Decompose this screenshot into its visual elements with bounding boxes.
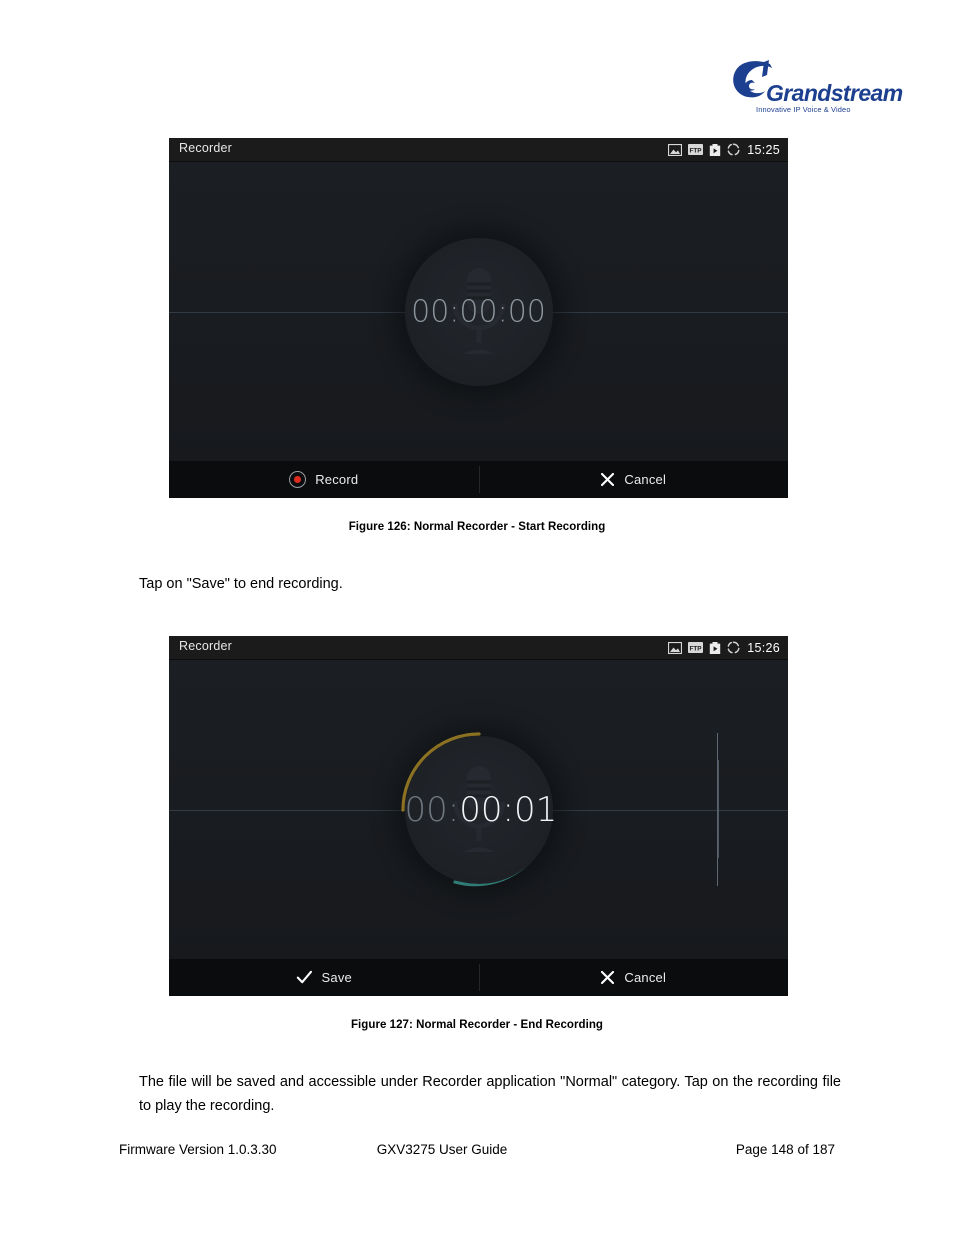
recorder-screenshot-end: Recorder FTP 15:26 00:00:01 Save Cancel (169, 636, 788, 996)
footer-firmware: Firmware Version 1.0.3.30 (119, 1142, 277, 1157)
status-bar: Recorder FTP 15:26 (169, 636, 788, 660)
recorder-action-bar: Save Cancel (169, 959, 788, 996)
figure-caption-126: Figure 126: Normal Recorder - Start Reco… (348, 521, 606, 533)
waveform-area[interactable]: 00:00:00 (169, 162, 788, 461)
app-title: Recorder (179, 141, 233, 155)
cancel-button-label: Cancel (624, 472, 667, 487)
cancel-button[interactable]: Cancel (479, 959, 789, 996)
screenshot-icon (710, 641, 721, 654)
app-title: Recorder (179, 639, 233, 653)
cancel-button-label: Cancel (624, 970, 667, 985)
footer-guide-title: GXV3275 User Guide (376, 1142, 508, 1157)
status-icon-tray: FTP 15:25 (668, 140, 780, 159)
record-button-label: Record (315, 472, 359, 487)
action-bar-divider (478, 964, 480, 991)
status-clock: 15:26 (747, 640, 780, 655)
ftp-icon: FTP (688, 642, 704, 653)
image-icon (668, 641, 683, 654)
check-icon (296, 970, 312, 984)
recorder-screenshot-start: Recorder FTP 15:25 00:00:00 Record Cance… (169, 138, 788, 498)
status-icon-tray: FTP 15:26 (668, 638, 780, 657)
ftp-icon: FTP (688, 144, 704, 155)
recording-timer: 00:00:00 (411, 294, 546, 329)
recording-timer-dim: 00: (404, 789, 460, 830)
brand-logo: Grandstream Innovative IP Voice & Video (728, 58, 903, 120)
recorder-disc: 00:00:01 (404, 735, 558, 884)
svg-text:FTP: FTP (690, 645, 703, 652)
record-dot-icon (289, 471, 307, 488)
cancel-button[interactable]: Cancel (479, 461, 789, 498)
footer-page-number: Page 148 of 187 (735, 1142, 835, 1157)
record-button[interactable]: Record (169, 461, 479, 498)
action-bar-divider (478, 466, 480, 493)
save-button[interactable]: Save (169, 959, 479, 996)
close-x-icon (601, 970, 615, 985)
sync-spinner-icon (727, 641, 740, 654)
recorder-disc: 00:00:00 (404, 237, 553, 386)
svg-text:FTP: FTP (690, 147, 703, 154)
figure-caption-127: Figure 127: Normal Recorder - End Record… (350, 1019, 603, 1031)
save-button-label: Save (321, 970, 352, 985)
recording-timer-bright: 00:01 (459, 789, 558, 830)
image-icon (668, 143, 683, 156)
outro-paragraph: The file will be saved and accessible un… (139, 1074, 841, 1114)
recorder-action-bar: Record Cancel (169, 461, 788, 498)
close-x-icon (601, 472, 615, 487)
waveform-amplitude-bar (717, 760, 719, 858)
page-footer: Firmware Version 1.0.3.30 GXV3275 User G… (119, 1142, 835, 1157)
brand-tagline: Innovative IP Voice & Video (756, 105, 851, 114)
waveform-area[interactable]: 00:00:01 (169, 660, 788, 959)
intro-paragraph: Tap on "Save" to end recording. (139, 576, 343, 592)
brand-name: Grandstream (766, 80, 903, 106)
sync-spinner-icon (727, 143, 740, 156)
status-clock: 15:25 (747, 142, 780, 157)
recording-timer: 00:00:01 (404, 789, 558, 830)
status-bar: Recorder FTP 15:25 (169, 138, 788, 162)
screenshot-icon (710, 143, 721, 156)
